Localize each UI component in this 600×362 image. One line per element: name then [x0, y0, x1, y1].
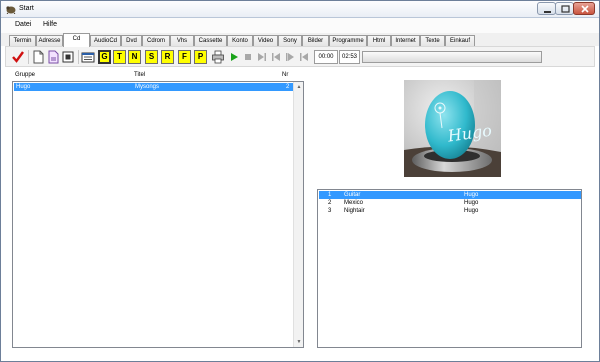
- close-button[interactable]: [573, 2, 595, 15]
- track-row[interactable]: 3 Nightair Hugo: [319, 207, 581, 215]
- close-icon: [581, 5, 589, 13]
- scroll-down-arrow-icon[interactable]: ▼: [294, 337, 304, 347]
- tab-html[interactable]: Html: [367, 35, 391, 46]
- tab-bilder[interactable]: Bilder: [302, 35, 329, 46]
- new-button[interactable]: [31, 50, 45, 64]
- skip-back-icon: [272, 53, 280, 61]
- column-header-title[interactable]: Titel: [134, 72, 145, 78]
- filter-t-button[interactable]: T: [113, 50, 126, 64]
- cd-list-panel: Gruppe Titel Nr Hugo Mysongs 2 ▲ ▼: [12, 70, 304, 348]
- playback-progress-bar[interactable]: [362, 51, 542, 63]
- cd-cover-image: Hugo: [404, 80, 501, 177]
- track-artist: Hugo: [464, 208, 479, 214]
- toolbar: G T N S R F P 00:00 02:53: [5, 46, 595, 67]
- tab-cdrom[interactable]: Cdrom: [142, 35, 170, 46]
- print-button[interactable]: [211, 50, 225, 64]
- new-document-icon: [33, 50, 44, 64]
- track-row[interactable]: 2 Mexico Hugo: [319, 199, 581, 207]
- track-number: 1: [328, 192, 332, 198]
- list-view-button[interactable]: [81, 50, 95, 64]
- toolbar-separator: [28, 50, 29, 64]
- previous-icon: [300, 53, 308, 61]
- tab-internet[interactable]: Internet: [391, 35, 420, 46]
- close-record-button[interactable]: [61, 50, 75, 64]
- minimize-icon: [544, 11, 551, 13]
- tab-termin[interactable]: Termin: [9, 35, 36, 46]
- tab-adresse[interactable]: Adresse: [36, 35, 63, 46]
- filter-s-button[interactable]: S: [145, 50, 158, 64]
- checkmark-icon: [12, 51, 24, 63]
- filter-p-button[interactable]: P: [194, 50, 207, 64]
- window-title: Start: [19, 5, 34, 12]
- next-button[interactable]: [255, 50, 269, 64]
- edit-document-icon: [48, 50, 59, 64]
- print-icon: [212, 50, 224, 64]
- edit-button[interactable]: [46, 50, 60, 64]
- cd-number-cell: 2: [286, 84, 290, 90]
- maximize-icon: [561, 5, 570, 13]
- track-title: Nightair: [344, 208, 365, 214]
- cd-list-scrollbar[interactable]: ▲ ▼: [293, 82, 303, 347]
- tab-texte[interactable]: Texte: [420, 35, 445, 46]
- track-artist: Hugo: [464, 200, 479, 206]
- total-time: 02:53: [339, 50, 360, 64]
- track-number: 2: [328, 200, 332, 206]
- tab-cd[interactable]: Cd: [63, 33, 90, 47]
- cd-list-row[interactable]: Hugo Mysongs 2: [14, 83, 293, 91]
- track-number: 3: [328, 208, 332, 214]
- play-icon: [231, 53, 238, 61]
- tab-video[interactable]: Video: [253, 35, 278, 46]
- tab-dvd[interactable]: Dvd: [121, 35, 142, 46]
- menu-datei[interactable]: Datei: [15, 21, 31, 28]
- track-list[interactable]: 1 Guitar Hugo 2 Mexico Hugo 3 Nightair H…: [317, 189, 582, 348]
- scroll-up-arrow-icon[interactable]: ▲: [294, 82, 304, 92]
- list-view-icon: [81, 52, 95, 63]
- title-bar[interactable]: Start: [1, 1, 599, 18]
- tab-vhs[interactable]: Vhs: [170, 35, 194, 46]
- menu-bar: Datei Hilfe: [1, 18, 599, 33]
- maximize-button[interactable]: [555, 2, 574, 15]
- next-icon: [258, 53, 266, 61]
- column-header-number[interactable]: Nr: [282, 72, 288, 78]
- skip-back-button[interactable]: [269, 50, 283, 64]
- tab-einkauf[interactable]: Einkauf: [445, 35, 475, 46]
- cd-list[interactable]: Hugo Mysongs 2 ▲ ▼: [12, 81, 304, 348]
- filter-g-button[interactable]: G: [98, 50, 111, 64]
- tab-konto[interactable]: Konto: [227, 35, 253, 46]
- tab-sony[interactable]: Sony: [278, 35, 302, 46]
- play-button[interactable]: [227, 50, 241, 64]
- filter-n-button[interactable]: N: [128, 50, 141, 64]
- app-icon: [6, 5, 16, 15]
- skip-forward-icon: [286, 53, 294, 61]
- tab-audiocd[interactable]: AudioCd: [90, 35, 121, 46]
- elapsed-time: 00:00: [314, 50, 338, 64]
- stop-icon: [245, 54, 251, 60]
- skip-forward-button[interactable]: [283, 50, 297, 64]
- stop-button[interactable]: [241, 50, 255, 64]
- filter-f-button[interactable]: F: [178, 50, 191, 64]
- track-title: Mexico: [344, 200, 364, 206]
- main-window: Start Datei Hilfe Termin Adresse Cd Audi…: [0, 0, 600, 362]
- filter-r-button[interactable]: R: [161, 50, 174, 64]
- close-record-icon: [62, 51, 74, 63]
- confirm-button[interactable]: [11, 50, 25, 64]
- track-artist: Hugo: [464, 192, 479, 198]
- cd-group-cell: Hugo: [16, 84, 31, 90]
- menu-hilfe[interactable]: Hilfe: [43, 21, 57, 28]
- toolbar-separator: [78, 50, 79, 64]
- tab-programme[interactable]: Programme: [329, 35, 367, 46]
- track-row[interactable]: 1 Guitar Hugo: [319, 191, 581, 199]
- tab-strip: Termin Adresse Cd AudioCd Dvd Cdrom Vhs …: [1, 33, 599, 47]
- track-title: Guitar: [344, 192, 361, 198]
- cd-title-cell: Mysongs: [135, 84, 160, 90]
- column-header-group[interactable]: Gruppe: [15, 72, 35, 78]
- tab-cassette[interactable]: Cassette: [194, 35, 227, 46]
- previous-button[interactable]: [297, 50, 311, 64]
- minimize-button[interactable]: [537, 2, 556, 15]
